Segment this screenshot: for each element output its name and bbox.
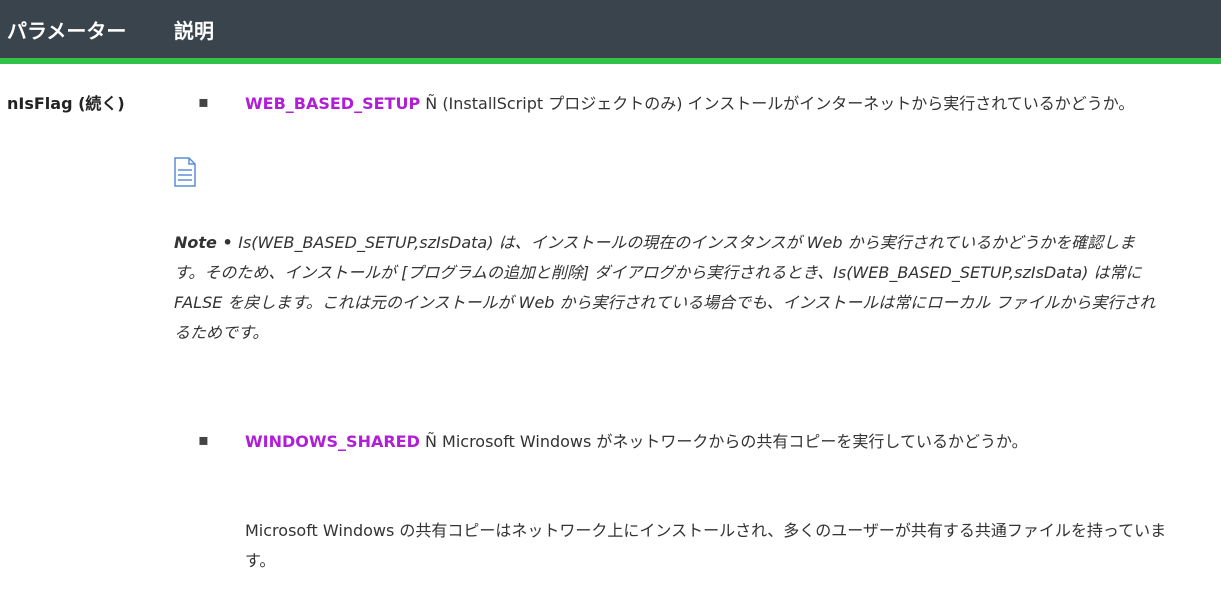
list-item-windows-shared: WINDOWS_SHARED Ñ Microsoft Windows がネットワ… (245, 427, 1175, 457)
table-header: パラメーター 説明 (0, 0, 1221, 64)
header-parameter: パラメーター (7, 19, 127, 43)
note-text: Is(WEB_BASED_SETUP,szIsData) は、インストールの現在… (174, 233, 1156, 342)
description-paragraph: Microsoft Windows の共有コピーはネットワーク上にインストールさ… (245, 521, 1167, 570)
bullet-marker: ▪ (198, 430, 209, 449)
web-based-setup-link[interactable]: WEB_BASED_SETUP (245, 94, 420, 113)
item-description: Ñ Microsoft Windows がネットワークからの共有コピーを実行して… (419, 432, 1028, 451)
note-block: Note • Is(WEB_BASED_SETUP,szIsData) は、イン… (174, 228, 1164, 348)
parameter-name: nIsFlag (続く) (7, 94, 125, 113)
item-description: Ñ (InstallScript プロジェクトのみ) インストールがインターネッ… (420, 94, 1135, 113)
bullet-marker: ▪ (198, 92, 209, 111)
note-document-icon (174, 157, 196, 187)
list-item-web-based-setup: WEB_BASED_SETUP Ñ (InstallScript プロジェクトの… (245, 89, 1175, 119)
header-description: 説明 (174, 19, 214, 43)
note-label: Note • (174, 233, 239, 252)
windows-shared-link[interactable]: WINDOWS_SHARED (245, 432, 420, 451)
